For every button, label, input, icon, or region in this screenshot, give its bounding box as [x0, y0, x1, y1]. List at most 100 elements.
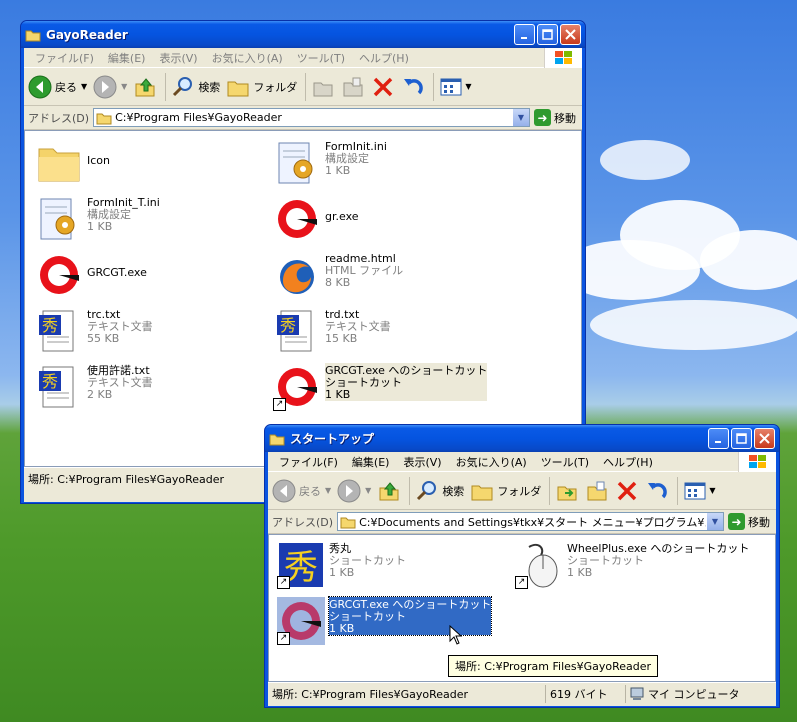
menu-tools[interactable]: ツール(T)	[290, 50, 352, 66]
minimize-icon	[714, 440, 721, 443]
address-bar: アドレス(D) C:¥Documents and Settings¥tkx¥スタ…	[268, 510, 776, 534]
gayo-app-icon: ↗	[273, 363, 321, 411]
move-to-button[interactable]	[311, 75, 335, 99]
chevron-down-icon: ▼	[709, 486, 716, 495]
folder-icon	[35, 139, 83, 187]
address-dropdown-button[interactable]: ▼	[706, 513, 723, 530]
menu-help[interactable]: ヘルプ(H)	[596, 454, 660, 470]
maximize-button[interactable]	[731, 428, 752, 449]
address-input[interactable]: C:¥Documents and Settings¥tkx¥スタート メニュー¥…	[337, 512, 724, 531]
file-item[interactable]: ↗ GRCGT.exe へのショートカット ショートカット 1 KB	[273, 363, 503, 411]
gayo-app-icon: ↗	[277, 597, 325, 645]
menu-view[interactable]: 表示(V)	[396, 454, 448, 470]
cloud	[590, 300, 797, 350]
folder-icon	[340, 517, 356, 528]
close-icon	[565, 29, 576, 40]
firefox-icon	[273, 251, 321, 299]
search-button[interactable]: 検索	[171, 75, 220, 99]
file-item[interactable]: FormInit.ini 構成設定 1 KB	[273, 139, 503, 187]
file-item[interactable]: 秀 使用許諾.txt テキスト文書 2 KB	[35, 363, 265, 411]
cloud	[600, 140, 690, 180]
back-button[interactable]: 戻る ▼	[272, 479, 331, 503]
views-icon	[684, 482, 706, 499]
status-location: 場所: C:¥Program Files¥GayoReader	[28, 472, 225, 486]
back-arrow-icon	[272, 479, 296, 502]
shortcut-arrow-icon: ↗	[277, 632, 290, 645]
menu-help[interactable]: ヘルプ(H)	[352, 50, 416, 66]
address-input[interactable]: C:¥Program Files¥GayoReader ▼	[93, 108, 530, 127]
window-title: スタートアップ	[290, 432, 375, 446]
file-view[interactable]: Icon FormInit.ini 構成設定 1 KB FormInit_T.ini…	[24, 130, 582, 467]
move-to-button[interactable]	[555, 479, 579, 503]
folders-button[interactable]: フォルダ	[226, 75, 297, 99]
hidemaru-text-icon: 秀	[273, 307, 321, 355]
address-dropdown-button[interactable]: ▼	[512, 109, 529, 126]
menu-tools[interactable]: ツール(T)	[534, 454, 596, 470]
go-button[interactable]: ➜ 移動	[728, 513, 770, 530]
menu-favorites[interactable]: お気に入り(A)	[449, 454, 534, 470]
file-item[interactable]: GRCGT.exe	[35, 251, 265, 299]
toolbar: 戻る ▼ ▼ 検索 フォルダ ▼	[24, 68, 582, 106]
back-arrow-icon	[28, 75, 52, 98]
file-item[interactable]: 秀 ↗ 秀丸 ショートカット 1 KB	[277, 541, 507, 589]
chevron-down-icon: ▼	[325, 486, 332, 495]
delete-button[interactable]	[371, 75, 395, 99]
search-button[interactable]: 検索	[415, 479, 464, 503]
file-item[interactable]: 秀 trd.txt テキスト文書 15 KB	[273, 307, 503, 355]
go-button[interactable]: ➜ 移動	[534, 109, 576, 126]
ini-file-icon	[273, 139, 321, 187]
back-button[interactable]: 戻る ▼	[28, 75, 87, 99]
delete-button[interactable]	[615, 479, 639, 503]
address-label: アドレス(D)	[28, 111, 90, 125]
copy-to-button[interactable]	[341, 75, 365, 99]
windows-logo-icon	[738, 452, 776, 472]
undo-button[interactable]	[401, 75, 425, 99]
minimize-icon	[520, 36, 527, 39]
close-button[interactable]	[560, 24, 581, 45]
file-item-selected[interactable]: ↗ GRCGT.exe へのショートカット ショートカット 1 KB	[277, 596, 507, 645]
views-button[interactable]: ▼	[683, 479, 715, 503]
close-button[interactable]	[754, 428, 775, 449]
file-item[interactable]: gr.exe	[273, 195, 503, 243]
menu-file[interactable]: ファイル(F)	[272, 454, 345, 470]
menu-edit[interactable]: 編集(E)	[101, 50, 153, 66]
menu-edit[interactable]: 編集(E)	[345, 454, 397, 470]
address-bar: アドレス(D) C:¥Program Files¥GayoReader ▼ ➜ …	[24, 106, 582, 130]
copy-to-button[interactable]	[585, 479, 609, 503]
title-bar[interactable]: スタートアップ	[265, 425, 779, 452]
hidemaru-text-icon: 秀	[35, 307, 83, 355]
shortcut-arrow-icon: ↗	[515, 576, 528, 589]
toolbar-separator	[549, 476, 551, 505]
file-item[interactable]: ↗ WheelPlus.exe へのショートカット ショートカット 1 KB	[515, 541, 775, 589]
maximize-icon	[736, 433, 747, 444]
forward-button[interactable]: ▼	[337, 479, 371, 503]
gayo-app-icon	[35, 251, 83, 299]
shortcut-arrow-icon: ↗	[273, 398, 286, 411]
chevron-down-icon: ▼	[465, 82, 472, 91]
forward-button[interactable]: ▼	[93, 75, 127, 99]
maximize-button[interactable]	[537, 24, 558, 45]
undo-icon	[404, 78, 424, 94]
menu-file[interactable]: ファイル(F)	[28, 50, 101, 66]
up-folder-icon	[135, 77, 155, 96]
up-folder-button[interactable]	[377, 479, 401, 503]
file-item[interactable]: readme.html HTML ファイル 8 KB	[273, 251, 503, 299]
file-item[interactable]: Icon	[35, 139, 265, 187]
hidemaru-text-icon: 秀	[35, 363, 83, 411]
views-button[interactable]: ▼	[439, 75, 471, 99]
menu-view[interactable]: 表示(V)	[152, 50, 204, 66]
minimize-button[interactable]	[708, 428, 729, 449]
undo-button[interactable]	[645, 479, 669, 503]
toolbar-separator	[305, 72, 307, 101]
menu-favorites[interactable]: お気に入り(A)	[205, 50, 290, 66]
chevron-down-icon: ▼	[365, 486, 372, 495]
toolbar-separator	[677, 476, 679, 505]
up-folder-icon	[379, 481, 399, 500]
up-folder-button[interactable]	[133, 75, 157, 99]
folders-button[interactable]: フォルダ	[470, 479, 541, 503]
file-item[interactable]: 秀 trc.txt テキスト文書 55 KB	[35, 307, 265, 355]
title-bar[interactable]: GayoReader	[21, 21, 585, 48]
minimize-button[interactable]	[514, 24, 535, 45]
file-item[interactable]: FormInit_T.ini 構成設定 1 KB	[35, 195, 265, 243]
chevron-down-icon: ▼	[121, 82, 128, 91]
